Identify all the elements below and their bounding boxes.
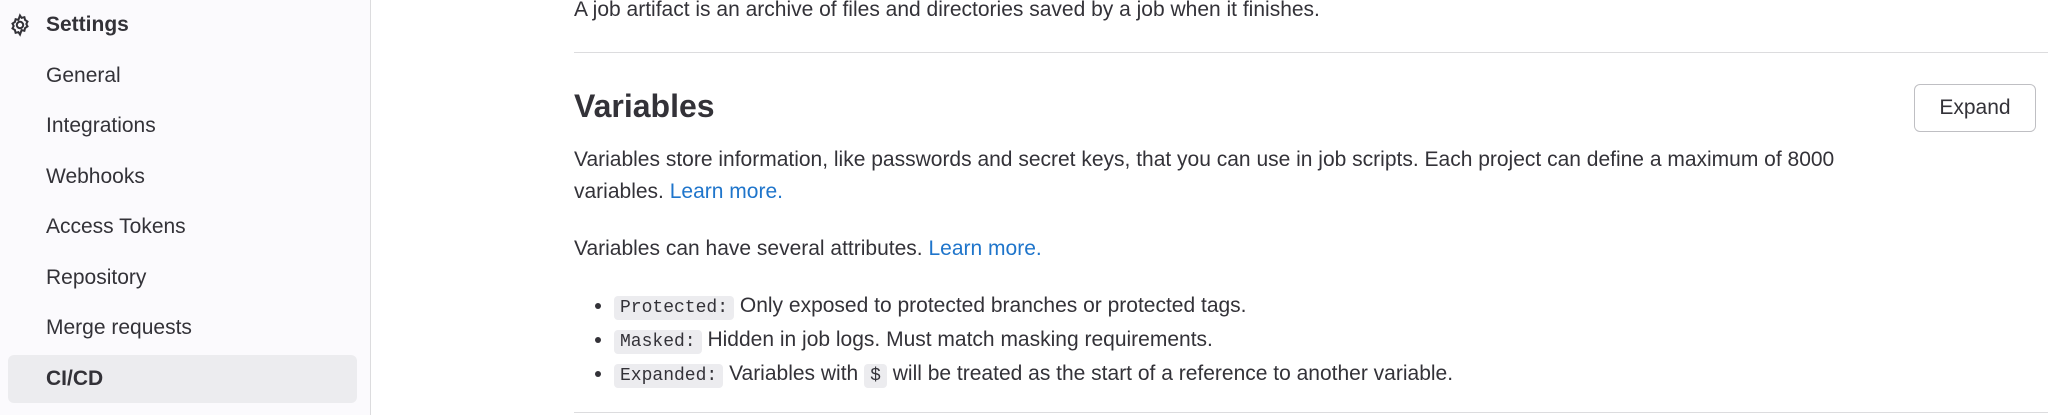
attributes-intro-text: Variables can have several attributes.	[574, 237, 923, 260]
list-item: Protected: Only exposed to protected bra…	[614, 290, 1453, 324]
section-title: Variables	[574, 88, 715, 124]
attributes-list: Protected: Only exposed to protected bra…	[574, 290, 1453, 392]
section-divider	[574, 412, 2048, 413]
sidebar-item-repository[interactable]: Repository	[0, 254, 357, 302]
section-divider	[574, 52, 2048, 53]
attributes-intro: Variables can have several attributes. L…	[574, 233, 1894, 265]
attribute-name: Masked:	[614, 330, 702, 354]
expand-button[interactable]: Expand	[1914, 84, 2036, 132]
list-item: Masked: Hidden in job logs. Must match m…	[614, 324, 1453, 358]
sidebar-item-ci-cd[interactable]: CI/CD	[8, 355, 357, 403]
attribute-text: Variables with	[729, 362, 859, 385]
dollar-symbol: $	[864, 364, 887, 388]
list-item: Expanded: Variables with $ will be treat…	[614, 358, 1453, 392]
sidebar-item-merge-requests[interactable]: Merge requests	[0, 304, 357, 352]
attribute-name: Protected:	[614, 296, 735, 320]
variables-description: Variables store information, like passwo…	[574, 144, 1894, 208]
attributes-learn-more-link[interactable]: Learn more.	[928, 237, 1041, 260]
artifacts-description: A job artifact is an archive of files an…	[574, 0, 1320, 21]
sidebar-section-settings[interactable]: Settings	[8, 10, 129, 40]
sidebar-item-webhooks[interactable]: Webhooks	[0, 153, 357, 201]
attribute-text: will be treated as the start of a refere…	[892, 362, 1454, 385]
settings-main: A job artifact is an archive of files an…	[574, 0, 2048, 415]
sidebar-item-access-tokens[interactable]: Access Tokens	[0, 203, 357, 251]
settings-sidebar: Settings General Integrations Webhooks A…	[0, 0, 371, 415]
sidebar-item-integrations[interactable]: Integrations	[0, 102, 357, 150]
attribute-text: Only exposed to protected branches or pr…	[739, 294, 1247, 317]
sidebar-header-label: Settings	[46, 13, 129, 36]
sidebar-item-general[interactable]: General	[0, 52, 357, 100]
attribute-text: Hidden in job logs. Must match masking r…	[707, 328, 1213, 351]
attribute-name: Expanded:	[614, 364, 724, 388]
learn-more-link[interactable]: Learn more.	[670, 180, 783, 203]
gear-icon	[11, 13, 29, 37]
